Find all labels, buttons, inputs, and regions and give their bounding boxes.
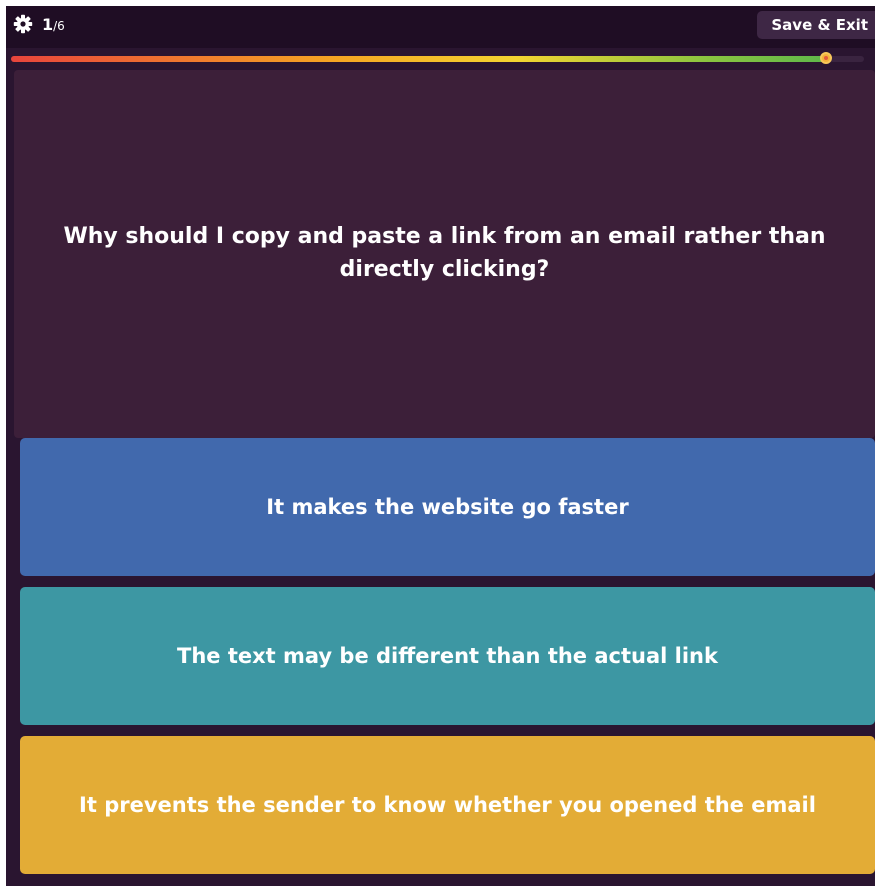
progress-bar [11,52,864,64]
current-question-number: 1 [42,15,54,34]
quiz-frame: 1/6 Save & Exit Why should I copy and pa… [6,6,875,886]
progress-marker [820,52,832,64]
answer-option-2-label: The text may be different than the actua… [177,644,718,668]
total-questions: /6 [53,19,65,33]
top-bar: 1/6 Save & Exit [6,6,875,48]
answer-option-1-label: It makes the website go faster [266,495,629,519]
answer-option-2[interactable]: The text may be different than the actua… [20,587,875,725]
answer-option-3-label: It prevents the sender to know whether y… [79,793,816,817]
question-card: Why should I copy and paste a link from … [14,70,875,438]
save-exit-button[interactable]: Save & Exit [757,11,875,39]
question-text: Why should I copy and paste a link from … [63,224,826,282]
progress-fill [11,56,826,62]
gear-icon[interactable] [13,14,33,34]
question-counter: 1/6 [42,14,65,37]
answer-option-1[interactable]: It makes the website go faster [20,438,875,576]
answer-option-3[interactable]: It prevents the sender to know whether y… [20,736,875,874]
